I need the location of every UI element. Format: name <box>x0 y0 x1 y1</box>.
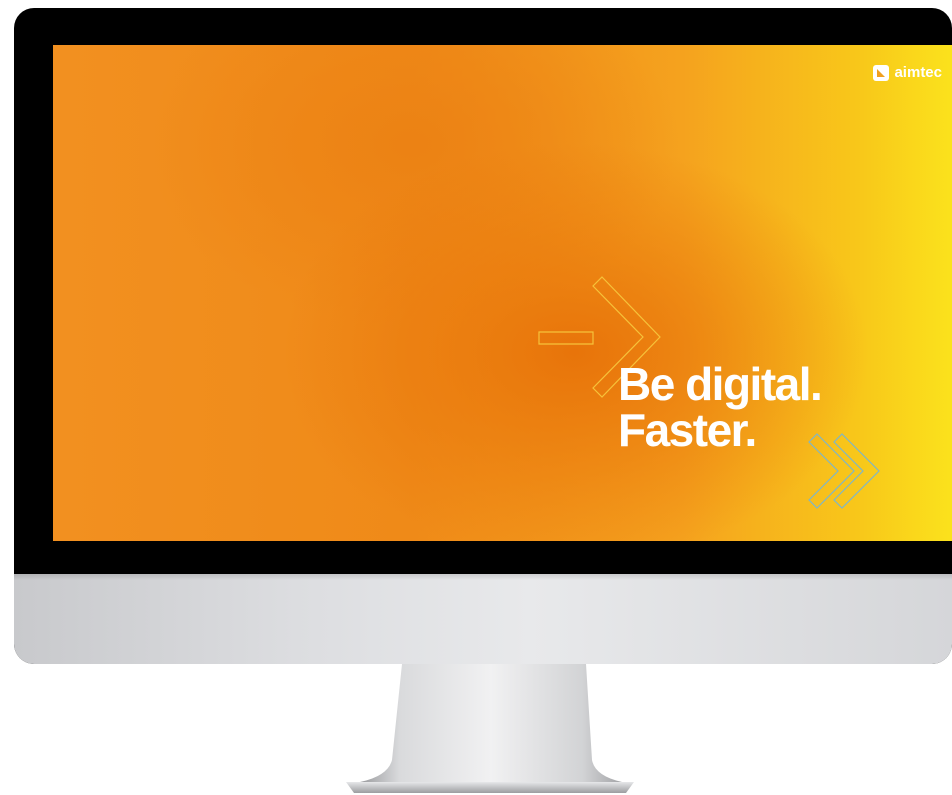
headline-line-1: Be digital. <box>618 358 823 410</box>
brand-name: aimtec <box>894 64 942 81</box>
monitor-illustration: aimtec Be digital. Faster. <box>0 0 952 795</box>
monitor-body: aimtec Be digital. Faster. <box>14 8 952 664</box>
outline-arrow-icon <box>538 331 594 345</box>
headline-line-2: Faster. <box>618 404 757 456</box>
decoration-layer <box>538 276 880 509</box>
double-chevron-icon-second <box>833 433 880 509</box>
monitor-screen: aimtec Be digital. Faster. <box>53 45 952 541</box>
monitor-stand <box>346 664 634 793</box>
monitor-chin <box>14 574 952 664</box>
aimtec-logo-icon <box>873 64 890 81</box>
brand-logo: aimtec <box>873 64 942 81</box>
headline: Be digital. Faster. <box>618 358 823 456</box>
